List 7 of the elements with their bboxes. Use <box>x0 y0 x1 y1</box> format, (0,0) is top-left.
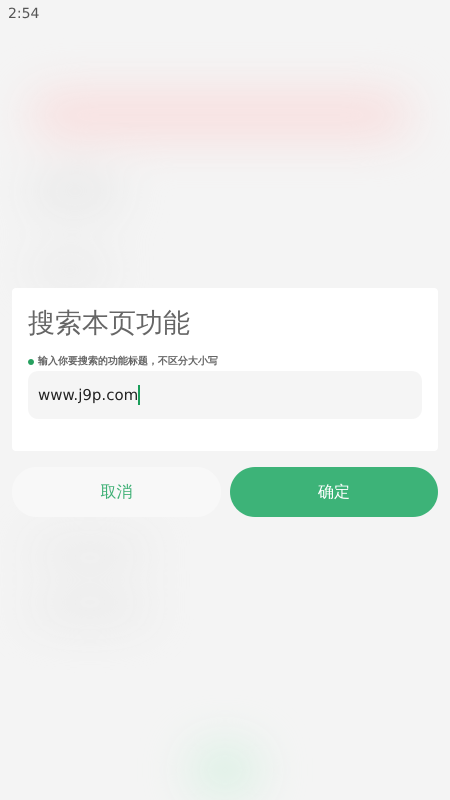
confirm-button[interactable]: 确定 <box>230 467 438 517</box>
input-field[interactable]: www.j9p.com <box>28 371 422 419</box>
status-time: 2:54 <box>8 4 40 24</box>
dialog-title: 搜索本页功能 <box>28 307 191 341</box>
hint-text: 输入你要搜索的功能标题，不区分大小写 <box>38 354 218 369</box>
bullet-icon <box>28 358 34 364</box>
cancel-button[interactable]: 取消 <box>12 467 220 517</box>
